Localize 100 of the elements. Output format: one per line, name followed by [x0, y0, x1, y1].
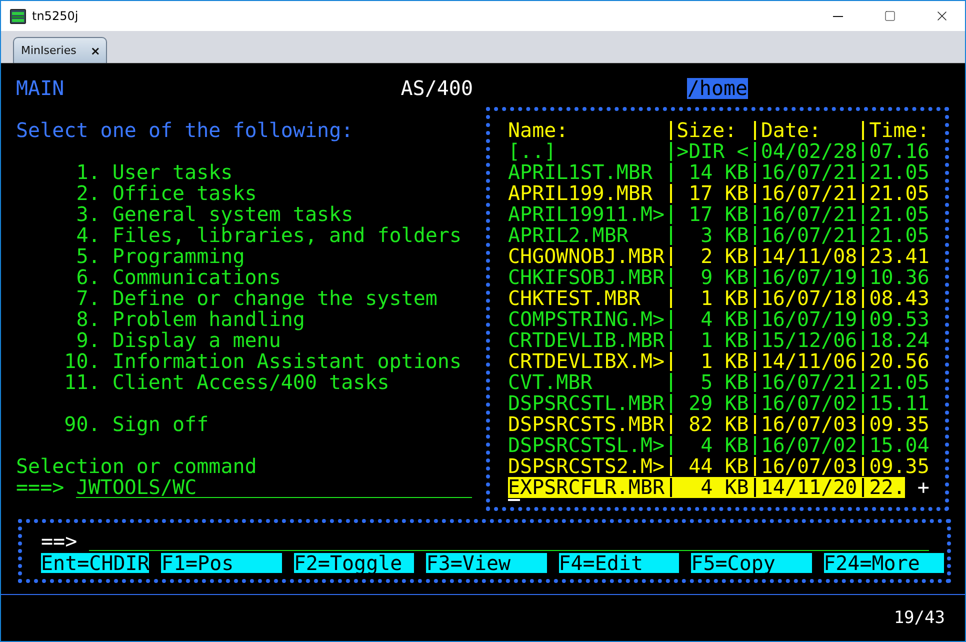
file-row[interactable]: DSPSRCSTS.MBR 82 KB 16/07/03 09.35	[508, 414, 930, 435]
file-date: 14/11/20	[760, 477, 858, 498]
option-number: 90.	[63, 414, 100, 435]
file-date: 16/07/19	[760, 309, 858, 330]
file-date: 16/07/21	[760, 225, 858, 246]
file-row[interactable]: CHGOWNOBJ.MBR 2 KB 14/11/08 23.41	[508, 246, 930, 267]
option-number: 9.	[75, 330, 100, 351]
file-date: 14/11/08	[760, 246, 858, 267]
option-number: 10.	[63, 351, 100, 372]
file-time: 21.05	[869, 162, 930, 183]
file-row[interactable]: DSPSRCSTL.MBR 29 KB 16/07/02 15.11	[508, 393, 930, 414]
system-name: AS/400	[400, 78, 473, 99]
file-name: CRTDEVLIB.MBR	[508, 330, 665, 351]
menu-option: Programming	[112, 246, 245, 267]
file-name: APRIL2.MBR	[508, 225, 630, 246]
file-time: 08.43	[869, 288, 930, 309]
command-label: Selection or command	[16, 456, 257, 477]
file-date: 16/07/21	[760, 372, 858, 393]
session-tab[interactable]: MinIseries ×	[13, 37, 107, 63]
menu-option: Communications	[112, 267, 281, 288]
file-size: 17 KB	[688, 204, 749, 225]
maximize-icon	[884, 10, 896, 22]
file-name: DSPSRCSTL.MBR	[508, 393, 665, 414]
file-date: 04/02/28	[760, 141, 858, 162]
function-key[interactable]: Ent=CHDIR	[41, 552, 150, 572]
option-number: 8.	[75, 309, 100, 330]
file-size: 4 KB	[700, 309, 749, 330]
function-key[interactable]: F24=More	[824, 552, 944, 572]
file-size: 5 KB	[700, 372, 749, 393]
option-number: 5.	[75, 246, 100, 267]
file-name: CVT.MBR	[508, 372, 594, 393]
file-size: 4 KB	[700, 477, 749, 498]
file-size: 14 KB	[688, 162, 749, 183]
file-name: EXPSRCFLR.MBR	[508, 477, 665, 498]
menu-option: Client Access/400 tasks	[112, 372, 390, 393]
file-size: 17 KB	[688, 183, 749, 204]
file-size: 3 KB	[700, 225, 749, 246]
file-row[interactable]: APRIL19911.M> 17 KB 16/07/21 21.05	[508, 204, 930, 225]
function-key[interactable]: F5=Copy	[691, 552, 812, 572]
file-row[interactable]: APRIL199.MBR 17 KB 16/07/21 21.05	[508, 183, 930, 204]
file-row[interactable]: CHKTEST.MBR 1 KB 16/07/18 08.43	[508, 288, 930, 309]
function-key[interactable]: F3=View	[426, 552, 547, 572]
tab-close-button[interactable]: ×	[90, 44, 100, 58]
file-name: DSPSRCSTS.MBR	[508, 414, 665, 435]
file-size: 82 KB	[688, 414, 749, 435]
file-time: 15.11	[869, 393, 930, 414]
menu-prompt: Select one of the following:	[16, 120, 354, 141]
file-time: 21.05	[869, 204, 930, 225]
file-size: 2 KB	[700, 246, 749, 267]
file-row[interactable]: APRIL2.MBR 3 KB 16/07/21 21.05	[508, 225, 930, 246]
file-size: 1 KB	[700, 351, 749, 372]
file-name: CHKTEST.MBR	[508, 288, 642, 309]
menu-option: Information Assistant options	[112, 351, 462, 372]
file-row[interactable]: CRTDEVLIBX.M> 1 KB 14/11/06 20.56	[508, 351, 930, 372]
file-size: >DIR <	[676, 141, 749, 162]
file-row[interactable]: APRIL1ST.MBR 14 KB 16/07/21 21.05	[508, 162, 930, 183]
file-date: 16/07/19	[760, 267, 858, 288]
file-date: 16/07/03	[760, 456, 858, 477]
file-time: 20.56	[869, 351, 930, 372]
command-field[interactable]: JWTOOLS/WC	[76, 477, 472, 498]
menu-option: Office tasks	[112, 183, 257, 204]
file-date: 14/11/06	[760, 351, 858, 372]
file-row[interactable]: CVT.MBR 5 KB 16/07/21 21.05	[508, 372, 930, 393]
directory-path: /home	[687, 78, 748, 99]
option-number: 7.	[75, 288, 100, 309]
file-row[interactable]: COMPSTRING.M> 4 KB 16/07/19 09.53	[508, 309, 930, 330]
function-key[interactable]: F2=Toggle	[294, 552, 414, 572]
file-size: 4 KB	[700, 435, 749, 456]
menu-option: User tasks	[112, 162, 233, 183]
file-row[interactable]: [..] >DIR < 04/02/28 07.16	[508, 141, 930, 162]
file-size: 1 KB	[700, 288, 749, 309]
file-date: 16/07/18	[760, 288, 858, 309]
file-size: 29 KB	[688, 393, 749, 414]
file-size: 1 KB	[700, 330, 749, 351]
input-arrow: ==>	[41, 531, 78, 552]
function-key[interactable]: F1=Pos	[161, 552, 282, 572]
file-name: [..]	[508, 141, 558, 162]
file-row[interactable]: DSPSRCSTS2.M> 44 KB 16/07/03 09.35	[508, 456, 930, 477]
menu-option: Display a menu	[112, 330, 281, 351]
file-date: 16/07/02	[760, 435, 858, 456]
file-name: COMPSTRING.M>	[508, 309, 665, 330]
text-cursor	[508, 499, 520, 501]
file-date: 16/07/03	[760, 414, 858, 435]
file-row[interactable]: DSPSRCSTSL.M> 4 KB 16/07/02 15.04	[508, 435, 930, 456]
file-date: 16/07/21	[760, 204, 858, 225]
more-indicator: +	[917, 477, 930, 498]
file-row[interactable]: CHKIFSOBJ.MBR 9 KB 16/07/19 10.36	[508, 267, 930, 288]
file-size: 9 KB	[700, 267, 749, 288]
file-time: 09.35	[869, 414, 930, 435]
file-time: 21.05	[869, 372, 930, 393]
file-name: CHKIFSOBJ.MBR	[508, 267, 665, 288]
menu-option: General system tasks	[112, 204, 354, 225]
file-name: APRIL199.MBR	[508, 183, 654, 204]
function-key[interactable]: F4=Edit	[558, 552, 680, 572]
file-row[interactable]: CRTDEVLIB.MBR 1 KB 15/12/06 18.24	[508, 330, 930, 351]
file-time: 09.35	[869, 456, 930, 477]
file-name: DSPSRCSTS2.M>	[508, 456, 665, 477]
file-date: 16/07/21	[760, 183, 858, 204]
file-name: APRIL19911.M>	[508, 204, 665, 225]
file-row[interactable]: EXPSRCFLR.MBR 4 KB 14/11/20 22.	[508, 477, 906, 498]
